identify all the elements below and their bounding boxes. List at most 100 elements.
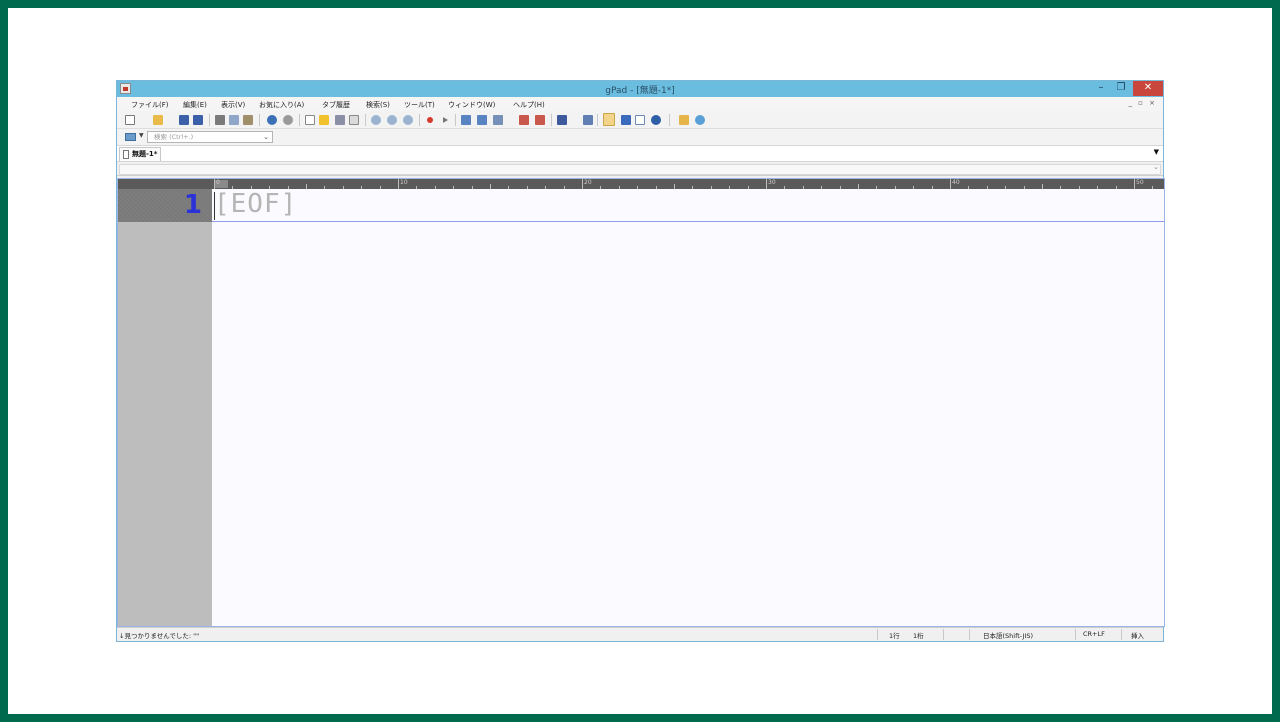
search-toolbar: ▼ 検索 (Ctrl+.) ⌄ xyxy=(117,129,1163,145)
open-folder-icon[interactable] xyxy=(153,115,163,125)
grid-icon[interactable] xyxy=(461,115,471,125)
ruler-tick xyxy=(766,179,767,189)
ruler-tick xyxy=(950,179,951,189)
search-placeholder: 検索 (Ctrl+.) xyxy=(154,133,194,141)
text-area[interactable]: [EOF] xyxy=(212,189,1164,626)
save-icon[interactable] xyxy=(179,115,189,125)
globe-icon[interactable] xyxy=(695,115,705,125)
status-line: 1行 xyxy=(889,632,900,640)
line-number-gutter: 1 xyxy=(118,189,212,626)
print-icon[interactable] xyxy=(335,115,345,125)
status-divider xyxy=(943,629,944,640)
status-column: 1桁 xyxy=(913,632,924,640)
close-button[interactable]: ✕ xyxy=(1133,81,1163,96)
split-v-icon[interactable] xyxy=(535,115,545,125)
tab-bar: 無題-1* ▼ xyxy=(117,145,1163,162)
ruler-label: 30 xyxy=(768,179,776,186)
maximize-button[interactable]: ❐ xyxy=(1109,81,1133,96)
editor-pane[interactable]: 0 10 20 30 40 50 1 [EOF] xyxy=(117,178,1165,627)
path-bar: ⌄ xyxy=(117,163,1163,176)
document-icon xyxy=(123,150,129,159)
status-insert-mode[interactable]: 挿入 xyxy=(1131,630,1144,640)
ruler-label: 10 xyxy=(400,179,408,186)
cut-icon[interactable] xyxy=(215,115,225,125)
title-bar[interactable]: gPad - [無題-1*] – ❐ ✕ xyxy=(117,81,1163,97)
find-next-icon[interactable] xyxy=(387,115,397,125)
chevron-down-icon[interactable]: ▼ xyxy=(139,132,144,139)
find-icon[interactable] xyxy=(371,115,381,125)
status-message: ↓見つかりませんでした: "" xyxy=(119,632,200,640)
window-icon[interactable] xyxy=(557,115,567,125)
status-newline[interactable]: CR+LF xyxy=(1083,630,1105,638)
ruler-label: 40 xyxy=(952,179,960,186)
status-encoding[interactable]: 日本語(Shift-JIS) xyxy=(983,630,1033,640)
search-input[interactable]: 検索 (Ctrl+.) ⌄ xyxy=(147,131,273,143)
toolbar-separator xyxy=(597,114,598,126)
menu-edit[interactable]: 編集(E) xyxy=(183,100,207,110)
new-file-icon[interactable] xyxy=(125,115,135,125)
main-toolbar xyxy=(117,111,1163,129)
toolbar-separator xyxy=(455,114,456,126)
menu-tab-history[interactable]: タブ履歴 xyxy=(322,100,350,110)
search-folder-icon[interactable] xyxy=(125,133,136,141)
page-icon[interactable] xyxy=(349,115,359,125)
check-icon[interactable] xyxy=(603,113,615,126)
ruler-label: 0 xyxy=(216,179,220,186)
ruler-tick xyxy=(214,179,215,189)
tab-untitled-1[interactable]: 無題-1* xyxy=(119,147,162,161)
menu-window[interactable]: ウィンドウ(W) xyxy=(448,100,495,110)
ruler-label: 20 xyxy=(584,179,592,186)
status-divider xyxy=(1075,629,1076,640)
copy-icon[interactable] xyxy=(229,115,239,125)
status-divider xyxy=(877,629,878,640)
ruler-tick xyxy=(398,179,399,189)
line-number: 1 xyxy=(183,190,202,220)
menu-file[interactable]: ファイル(F) xyxy=(131,100,169,110)
ruler-tick xyxy=(582,179,583,189)
ruler-label: 50 xyxy=(1136,179,1144,186)
gpad-window: gPad - [無題-1*] – ❐ ✕ ファイル(F) 編集(E) 表示(V)… xyxy=(116,80,1165,642)
favorite-star-icon[interactable] xyxy=(319,115,329,125)
frame-icon[interactable] xyxy=(635,115,645,125)
menu-help[interactable]: ヘルプ(H) xyxy=(513,100,545,110)
pen-icon[interactable] xyxy=(621,115,631,125)
save-all-icon[interactable] xyxy=(193,115,203,125)
find-prev-icon[interactable] xyxy=(403,115,413,125)
path-dropdown-icon[interactable]: ⌄ xyxy=(1153,163,1159,171)
undo-icon[interactable] xyxy=(267,115,277,125)
toolbar-separator xyxy=(669,114,670,126)
folder-open-icon[interactable] xyxy=(679,115,689,125)
record-icon[interactable] xyxy=(427,117,433,123)
folder-icon[interactable] xyxy=(305,115,315,125)
window-title: gPad - [無題-1*] xyxy=(605,86,675,96)
tab-label: 無題-1* xyxy=(132,150,158,158)
info-icon[interactable] xyxy=(651,115,661,125)
layout-icon[interactable] xyxy=(493,115,503,125)
search-dropdown-icon[interactable]: ⌄ xyxy=(263,132,269,142)
toolbar-separator xyxy=(551,114,552,126)
grid2-icon[interactable] xyxy=(477,115,487,125)
status-bar: ↓見つかりませんでした: "" 1行 1桁 日本語(Shift-JIS) CR+… xyxy=(117,627,1163,641)
paste-icon[interactable] xyxy=(243,115,253,125)
status-divider xyxy=(1121,629,1122,640)
menu-tools[interactable]: ツール(T) xyxy=(404,100,435,110)
tab-list-dropdown-icon[interactable]: ▼ xyxy=(1154,148,1159,156)
mdi-controls[interactable]: _ ▫ × xyxy=(1128,99,1157,107)
toolbar-separator xyxy=(259,114,260,126)
play-icon[interactable] xyxy=(443,117,448,123)
menu-search[interactable]: 検索(S) xyxy=(366,100,390,110)
ruler-tick xyxy=(1134,179,1135,189)
path-field[interactable] xyxy=(119,164,1161,175)
menu-favorites[interactable]: お気に入り(A) xyxy=(259,100,304,110)
ruler-corner xyxy=(118,179,212,189)
toolbar-separator xyxy=(419,114,420,126)
redo-icon[interactable] xyxy=(283,115,293,125)
toolbar-separator xyxy=(365,114,366,126)
toolbar-separator xyxy=(299,114,300,126)
column-ruler: 0 10 20 30 40 50 xyxy=(212,179,1164,189)
split-h-icon[interactable] xyxy=(519,115,529,125)
status-divider xyxy=(969,629,970,640)
window2-icon[interactable] xyxy=(583,115,593,125)
eof-marker: [EOF] xyxy=(214,189,298,219)
menu-view[interactable]: 表示(V) xyxy=(221,100,245,110)
